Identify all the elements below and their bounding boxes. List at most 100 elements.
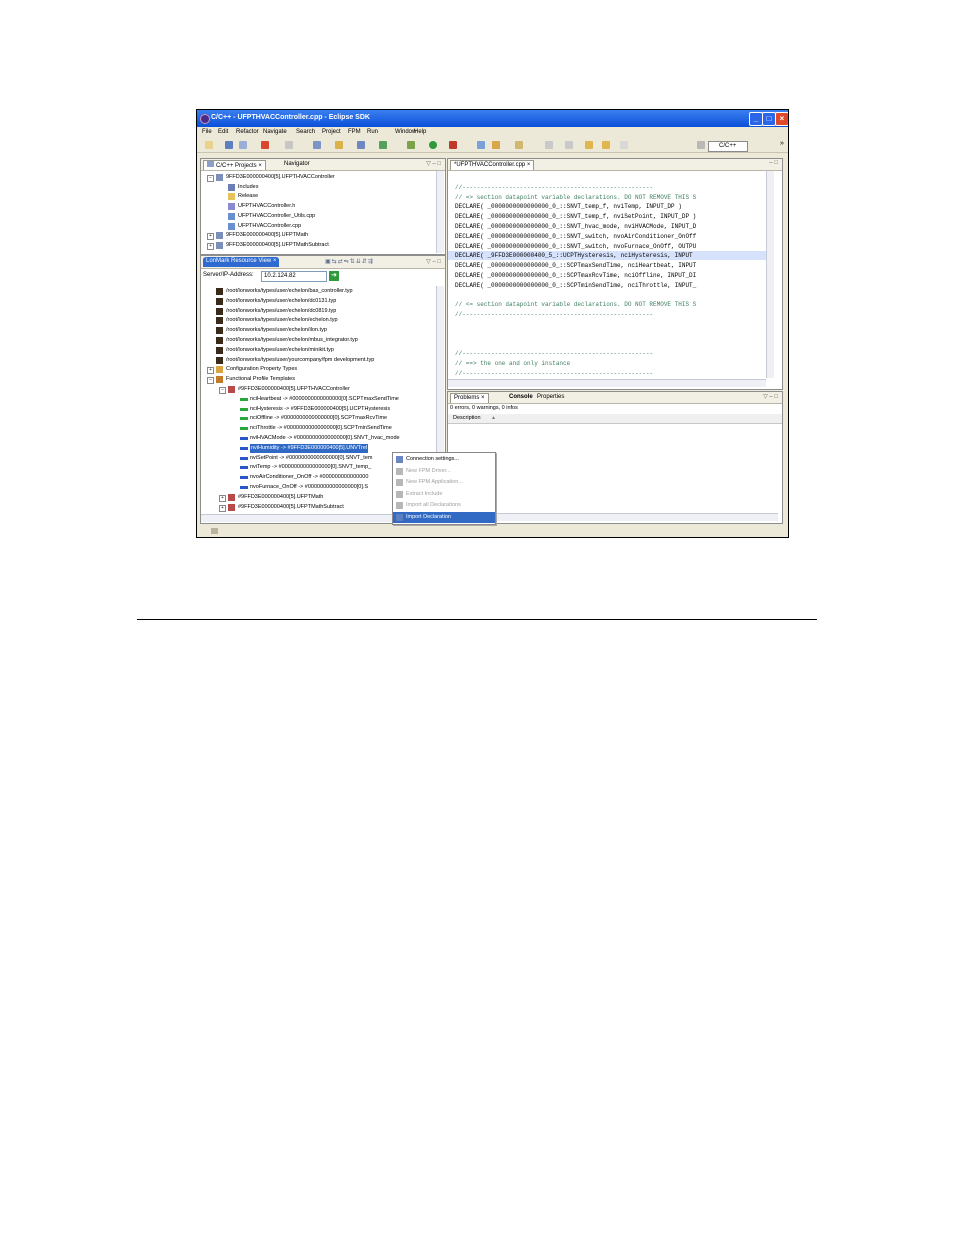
save-all-icon[interactable] <box>239 141 247 149</box>
maximize-button[interactable]: □ <box>762 112 776 126</box>
context-menu-label: Import Declaration <box>406 514 451 520</box>
run-icon[interactable] <box>429 141 437 149</box>
tab-editor-file[interactable]: *UFPTHVACController.cpp × <box>450 160 535 170</box>
build-icon[interactable] <box>261 141 269 149</box>
tree-item[interactable]: +9FFD3E000000400[5].UFPTMath <box>201 231 434 241</box>
editor-hscroll[interactable] <box>448 379 766 387</box>
save-icon[interactable] <box>225 141 233 149</box>
external-tools-icon[interactable] <box>449 141 457 149</box>
tree-item[interactable]: /root/lonworks/types/user/echelon/mbus_i… <box>201 336 434 345</box>
expand-toggle-icon[interactable]: − <box>219 387 226 394</box>
problems-view-menu-icon[interactable]: ▽ – □ <box>763 393 778 400</box>
expand-toggle-icon[interactable]: − <box>207 377 214 385</box>
tree-item[interactable]: − Functional Profile Templates <box>201 375 434 385</box>
sort-ascending-icon: ▲ <box>491 415 496 421</box>
tree-item[interactable]: nviHVACMode -> #0000000000000000[0].SNVT… <box>201 434 434 443</box>
tree-item[interactable]: UFPTHVACController.cpp <box>201 222 434 231</box>
type-file-icon <box>216 337 223 344</box>
new-folder-icon[interactable] <box>335 141 343 149</box>
tree-item[interactable]: nciHeartbeat -> #0000000000000000[0].SCP… <box>201 395 434 404</box>
menu-run[interactable]: Run <box>367 129 378 135</box>
tree-item[interactable]: /root/lonworks/types/user/echelon/dc0819… <box>201 307 434 316</box>
code-line: //--------------------------------------… <box>455 350 654 358</box>
server-address-input[interactable]: 10.2.124.82 <box>261 271 327 282</box>
prev-annotation-icon[interactable] <box>565 141 573 149</box>
menu-navigate[interactable]: Navigate <box>263 129 287 135</box>
code-area[interactable]: //--------------------------------------… <box>448 171 766 378</box>
context-menu-item[interactable]: Connection settings... <box>393 454 495 465</box>
projects-vscroll[interactable] <box>436 171 444 253</box>
expand-toggle-icon[interactable]: + <box>207 233 214 241</box>
context-menu-item[interactable]: Extract Include <box>393 489 495 500</box>
perspective-switcher[interactable]: C/C++ <box>708 141 748 152</box>
expand-toggle-icon[interactable]: + <box>207 367 214 375</box>
description-column-header[interactable]: Description <box>453 415 481 421</box>
menu-search[interactable]: Search <box>296 129 315 135</box>
editor-minmax-icon[interactable]: – □ <box>769 160 778 166</box>
tree-item[interactable]: + Configuration Property Types <box>201 365 434 375</box>
back-icon[interactable] <box>602 141 610 149</box>
context-menu-item[interactable]: New FPM Driver... <box>393 466 495 477</box>
new-icon[interactable] <box>205 141 213 149</box>
tree-item[interactable]: /root/lonworks/types/user/echelon/dc0131… <box>201 297 434 306</box>
expand-toggle-icon[interactable]: − <box>207 175 214 182</box>
tree-item[interactable]: − 9FFD3E000000400[5].UFPTHVACController <box>201 173 434 182</box>
menu-edit[interactable]: Edit <box>218 129 228 135</box>
menu-project[interactable]: Project <box>322 129 341 135</box>
connect-button[interactable]: ➜ <box>329 271 339 281</box>
tab-properties[interactable]: Properties <box>534 393 567 402</box>
header-file-icon <box>228 203 235 211</box>
tree-item[interactable]: Includes <box>201 183 434 192</box>
close-button[interactable]: × <box>775 112 788 126</box>
pin-icon[interactable] <box>492 141 500 149</box>
type-file-icon <box>216 307 223 315</box>
tab-console[interactable]: Console <box>506 393 536 402</box>
tab-cpp-projects[interactable]: C/C++ Projects × <box>203 160 266 170</box>
view-menu-icon[interactable]: ▽ – □ <box>426 160 441 167</box>
new-file-icon[interactable] <box>357 141 365 149</box>
forward-icon[interactable] <box>620 141 628 149</box>
resource-view-menu-icon[interactable]: ▽ – □ <box>426 258 441 265</box>
fast-view-icon[interactable] <box>211 528 218 534</box>
tree-item[interactable]: /root/lonworks/types/user/echelon/bas_co… <box>201 287 434 296</box>
open-element-icon[interactable] <box>515 141 523 149</box>
tree-item[interactable]: /root/lonworks/types/user/echelon/echelo… <box>201 316 434 325</box>
tree-item[interactable]: nciThrottle -> #0000000000000000[0].SCPT… <box>201 424 434 433</box>
tree-item[interactable]: nciHysteresis -> #9FFD3E000000400[5].UCP… <box>201 405 434 414</box>
minimize-button[interactable]: _ <box>749 112 763 126</box>
menu-fpm[interactable]: FPM <box>348 129 361 135</box>
context-menu-item[interactable]: Import all Declarations <box>393 500 495 511</box>
next-annotation-icon[interactable] <box>545 141 553 149</box>
new-project-icon[interactable] <box>313 141 321 149</box>
context-menu-item[interactable]: New FPM Application... <box>393 477 495 488</box>
menu-file[interactable]: File <box>202 129 212 135</box>
debug-icon[interactable] <box>407 141 415 149</box>
tree-item[interactable]: nciOffline -> #0000000000000000[0].SCPTm… <box>201 414 434 423</box>
tree-item[interactable]: Release <box>201 192 434 201</box>
tab-lonmark-resource-view[interactable]: LonMark Resource View × <box>203 257 280 267</box>
search-icon[interactable] <box>379 141 387 149</box>
tree-item[interactable]: /root/lonworks/types/user/echelon/ilon.t… <box>201 326 434 335</box>
overflow-chevron-icon[interactable]: » <box>780 140 784 147</box>
last-edit-icon[interactable] <box>585 141 593 149</box>
tree-item[interactable]: UFPTHVACController_Utils.cpp <box>201 212 434 221</box>
tree-item[interactable]: +9FFD3E000000400[5].UFPTMathSubtract <box>201 241 434 250</box>
editor-vscroll[interactable] <box>766 171 774 378</box>
resource-toolbar-icons[interactable]: ▣⇆⇄⇋⇅⇊⇵⇶ <box>325 258 374 265</box>
tree-item[interactable]: UFPTHVACController.h <box>201 202 434 211</box>
menu-refactor[interactable]: Refactor <box>236 129 259 135</box>
tree-item[interactable]: /root/lonworks/types/user/yourcompany/fp… <box>201 356 434 365</box>
problems-hscroll[interactable] <box>448 513 778 521</box>
expand-toggle-icon[interactable]: + <box>219 494 226 502</box>
open-perspective-icon[interactable] <box>697 141 705 149</box>
print-icon[interactable] <box>285 141 293 149</box>
tree-item[interactable]: − #9FFD3E000000400[5].UFPTHVACController <box>201 385 434 394</box>
tab-problems[interactable]: Problems × <box>450 393 489 403</box>
expand-toggle-icon[interactable]: + <box>207 242 214 250</box>
menu-help[interactable]: Help <box>414 129 426 135</box>
tab-navigator[interactable]: Navigator <box>281 160 313 169</box>
open-type-icon[interactable] <box>477 141 485 149</box>
expand-toggle-icon[interactable]: + <box>219 504 226 512</box>
context-menu-item[interactable]: Import Declaration <box>393 512 495 523</box>
tree-item[interactable]: /root/lonworks/types/user/echelon/miniki… <box>201 346 434 355</box>
